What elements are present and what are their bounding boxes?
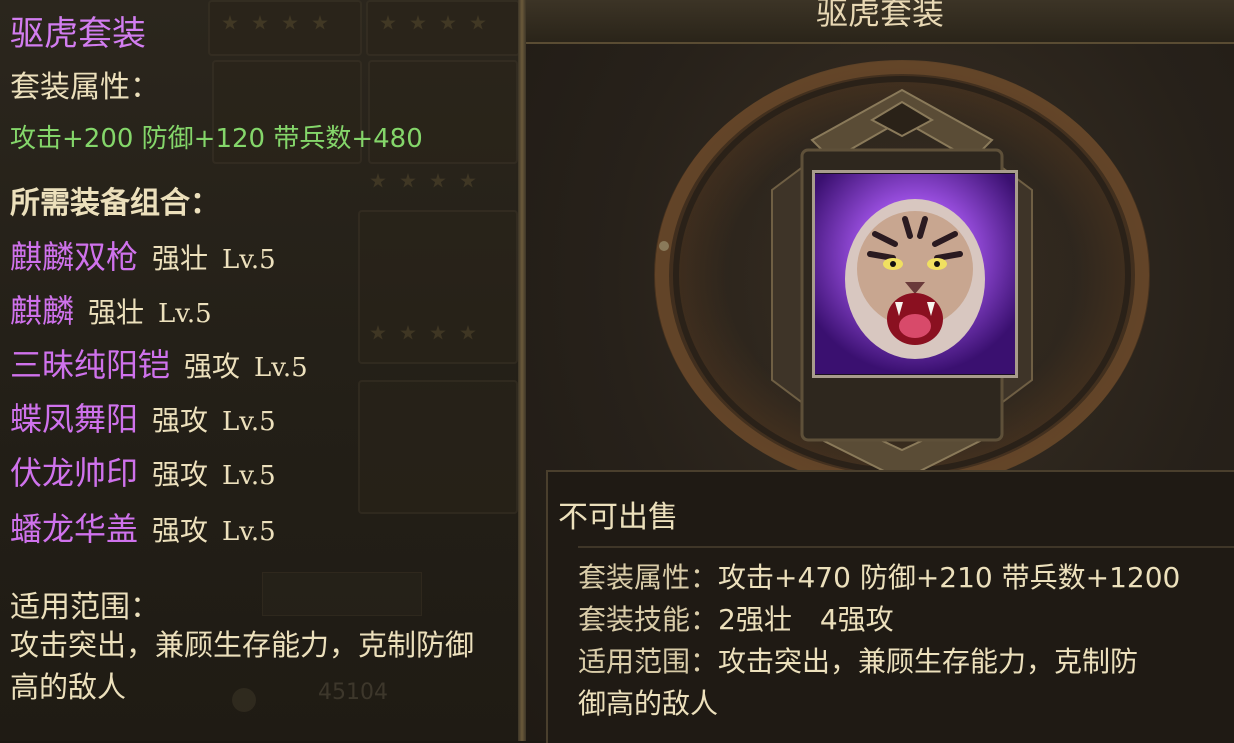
background-stars [370,8,486,38]
set-item-level: Lv.5 [222,407,276,437]
scope-line-2: 御高的敌人 [578,687,719,720]
set-item-name: 麒麟 [10,292,75,330]
set-skill-value: 2强壮 4强攻 [718,603,894,636]
set-item-level: Lv.5 [158,299,212,329]
set-attr-values: 攻击+200 防御+120 带兵数+480 [10,124,423,154]
set-skill-line: 套装技能：2强壮 4强攻 [578,598,894,638]
scope-value: 攻击突出，兼顾生存能力，克制防 [718,645,1139,678]
scope-label: 适用范围： [578,645,719,678]
tiger-portrait-icon [815,174,1015,374]
set-item-row: 麒麟 强壮 Lv.5 [10,286,212,332]
set-item-level: Lv.5 [222,517,276,547]
set-title: 驱虎套装 [10,14,146,54]
tiger-portrait-frame [812,170,1018,378]
set-item-level: Lv.5 [222,245,276,275]
set-attr-value: 攻击+470 防御+210 带兵数+1200 [718,561,1181,594]
set-item-name: 蝶凤舞阳 [10,400,139,438]
set-attr-header: 套装属性： [10,70,160,105]
set-item-prop: 强攻 [152,404,209,437]
background-button [262,572,422,616]
set-attr-line: 套装属性：攻击+470 防御+210 带兵数+1200 [578,556,1180,596]
set-item-row: 蟠龙华盖 强攻 Lv.5 [10,504,276,550]
set-item-level: Lv.5 [222,461,276,491]
set-item-row: 伏龙帅印 强攻 Lv.5 [10,448,276,494]
background-stars [212,8,328,38]
set-item-prop: 强壮 [88,296,145,329]
set-item-prop: 强壮 [152,242,209,275]
info-separator [578,546,1234,548]
set-tooltip-panel: 45104 驱虎套装 套装属性： 攻击+200 防御+120 带兵数+480 所… [0,0,520,741]
required-items-header: 所需装备组合： [10,186,220,221]
set-item-prop: 强攻 [152,458,209,491]
set-item-row: 三昧纯阳铠 强攻 Lv.5 [10,340,308,386]
scope-header: 适用范围： [10,590,160,625]
set-item-prop: 强攻 [184,350,241,383]
set-item-row: 麒麟双枪 强壮 Lv.5 [10,232,276,278]
set-skill-label: 套装技能： [578,603,719,636]
scope-line: 适用范围：攻击突出，兼顾生存能力，克制防 [578,640,1138,680]
set-item-name: 蟠龙华盖 [10,510,139,548]
scope-description: 攻击突出，兼顾生存能力，克制防御高的敌人 [10,628,475,704]
set-item-name: 伏龙帅印 [10,454,139,492]
background-stars [360,166,476,196]
set-detail-panel: 驱虎套装 不可出售 套装属性：攻击+470 防御+210 带兵数+1200 套装… [526,0,1234,743]
set-item-row: 蝶凤舞阳 强攻 Lv.5 [10,394,276,440]
set-item-name: 麒麟双枪 [10,238,139,276]
set-item-name: 三昧纯阳铠 [10,346,171,384]
set-attr-label: 套装属性： [578,561,719,594]
set-item-prop: 强攻 [152,514,209,547]
background-stars [360,318,476,348]
set-detail-title: 驱虎套装 [815,0,944,32]
unsellable-label: 不可出售 [558,500,678,535]
background-slot [358,380,518,514]
set-item-level: Lv.5 [254,353,308,383]
panel-divider [518,0,526,741]
